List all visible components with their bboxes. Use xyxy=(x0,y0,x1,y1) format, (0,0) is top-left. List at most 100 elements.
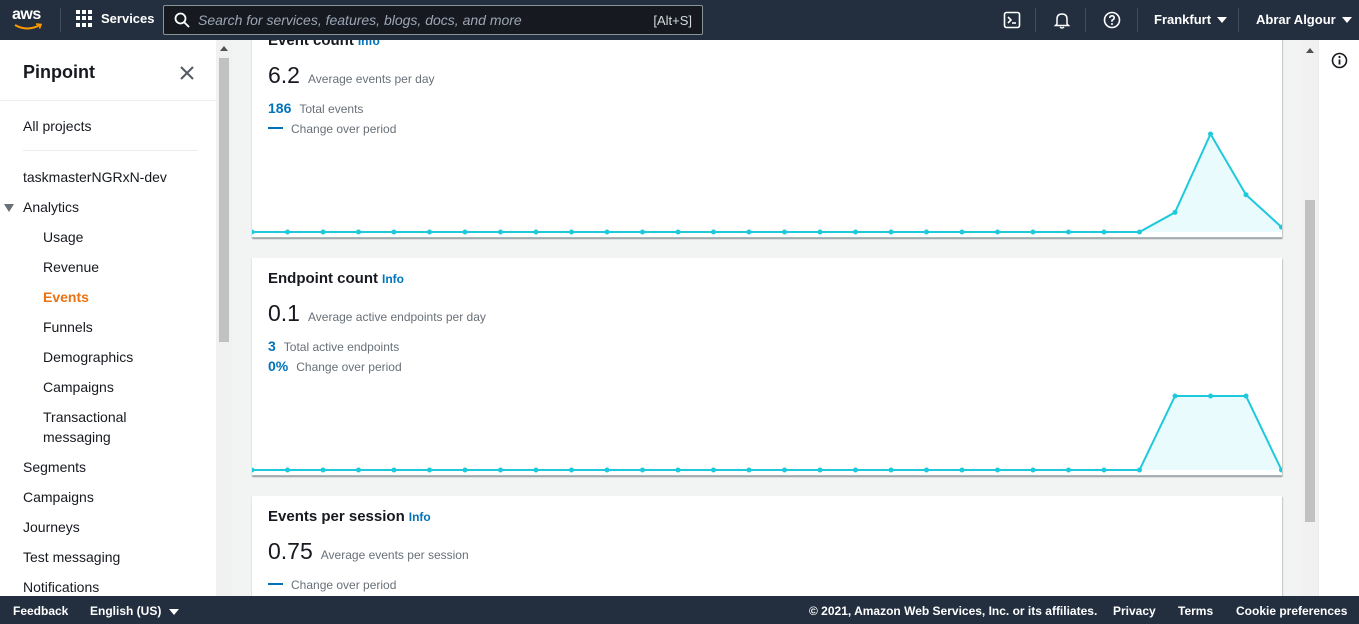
privacy-link[interactable]: Privacy xyxy=(1113,604,1156,618)
chart-point[interactable] xyxy=(782,229,787,235)
chart-point[interactable] xyxy=(817,467,823,473)
chart-point[interactable] xyxy=(427,229,432,235)
account-menu[interactable]: Abrar Algour xyxy=(1256,12,1352,27)
sidebar-item-project[interactable]: taskmasterNGRxN-dev xyxy=(23,167,167,187)
chart-point[interactable] xyxy=(462,229,468,235)
chart-point[interactable] xyxy=(959,467,965,473)
chart-point[interactable] xyxy=(1208,393,1213,399)
chart-point[interactable] xyxy=(252,229,255,235)
scroll-up-icon[interactable] xyxy=(1306,48,1314,53)
sidebar-item-all-projects[interactable]: All projects xyxy=(23,116,91,136)
chart-point[interactable] xyxy=(924,467,929,473)
chart-point[interactable] xyxy=(853,467,858,473)
chart-point[interactable] xyxy=(1101,467,1107,473)
chart-point[interactable] xyxy=(391,467,397,473)
chart-point[interactable] xyxy=(356,467,361,473)
chart-point[interactable] xyxy=(1101,229,1107,235)
chart-point[interactable] xyxy=(1137,229,1142,235)
sidebar-scrollbar[interactable] xyxy=(216,40,232,596)
chart-point[interactable] xyxy=(285,229,290,235)
chart-point[interactable] xyxy=(604,229,610,235)
sidebar-item-transactional-messaging-line2[interactable]: messaging xyxy=(43,427,111,447)
chart-point[interactable] xyxy=(640,467,645,473)
chart-point[interactable] xyxy=(1172,209,1178,215)
region-selector[interactable]: Frankfurt xyxy=(1154,12,1228,27)
services-menu-button[interactable]: Services xyxy=(76,10,155,27)
chart-point[interactable] xyxy=(462,467,468,473)
chart-point[interactable] xyxy=(320,467,326,473)
caret-down-icon[interactable] xyxy=(4,204,14,212)
sidebar-item-transactional-messaging[interactable]: Transactional xyxy=(43,407,127,427)
chart-point[interactable] xyxy=(817,229,823,235)
chart-point[interactable] xyxy=(888,467,894,473)
sidebar-item-campaigns[interactable]: Campaigns xyxy=(23,487,94,507)
sidebar-item-funnels[interactable]: Funnels xyxy=(43,317,93,337)
chart-point[interactable] xyxy=(1137,467,1142,473)
chart-point[interactable] xyxy=(1243,192,1249,198)
chart-point[interactable] xyxy=(711,467,716,473)
chart-point[interactable] xyxy=(888,229,894,235)
chart-point[interactable] xyxy=(995,229,1000,235)
chart-point[interactable] xyxy=(924,229,929,235)
chart-point[interactable] xyxy=(252,467,255,473)
info-link[interactable]: Info xyxy=(358,40,380,48)
chart-point[interactable] xyxy=(711,229,716,235)
sidebar-item-journeys[interactable]: Journeys xyxy=(23,517,80,537)
chart-point[interactable] xyxy=(782,467,787,473)
chart-point[interactable] xyxy=(604,467,610,473)
sidebar-item-segments[interactable]: Segments xyxy=(23,457,86,477)
chart-point[interactable] xyxy=(569,467,574,473)
chart-point[interactable] xyxy=(746,467,752,473)
chart-point[interactable] xyxy=(285,467,290,473)
close-icon[interactable] xyxy=(178,64,196,82)
search-input[interactable] xyxy=(190,12,654,28)
main-scrollbar[interactable] xyxy=(1302,40,1318,596)
chart-point[interactable] xyxy=(1172,393,1178,399)
help-icon[interactable] xyxy=(1102,10,1122,30)
chart-point[interactable] xyxy=(675,229,681,235)
cloudshell-icon[interactable] xyxy=(1002,10,1022,30)
chart-point[interactable] xyxy=(1208,131,1213,137)
aws-logo[interactable]: aws xyxy=(12,6,46,34)
chart-point[interactable] xyxy=(746,229,752,235)
chart-point[interactable] xyxy=(1243,393,1249,399)
bell-icon[interactable] xyxy=(1052,10,1072,30)
chart-point[interactable] xyxy=(356,229,361,235)
chart-point[interactable] xyxy=(995,467,1000,473)
chart-point[interactable] xyxy=(640,229,645,235)
chart-point[interactable] xyxy=(320,229,326,235)
chart-point[interactable] xyxy=(1030,467,1036,473)
scrollbar-thumb[interactable] xyxy=(219,58,229,342)
sidebar-item-notifications[interactable]: Notifications xyxy=(23,577,99,596)
info-link[interactable]: Info xyxy=(409,510,431,524)
sidebar-item-analytics[interactable]: Analytics xyxy=(23,197,79,217)
cookie-preferences-link[interactable]: Cookie preferences xyxy=(1236,604,1347,618)
scroll-up-icon[interactable] xyxy=(220,46,228,51)
info-icon[interactable] xyxy=(1331,52,1348,69)
sidebar-item-analytics-campaigns[interactable]: Campaigns xyxy=(43,377,114,397)
chart-point[interactable] xyxy=(1066,467,1071,473)
sidebar-item-test-messaging[interactable]: Test messaging xyxy=(23,547,120,567)
feedback-link[interactable]: Feedback xyxy=(13,604,68,618)
terms-link[interactable]: Terms xyxy=(1178,604,1213,618)
chart-point[interactable] xyxy=(391,229,397,235)
sidebar-item-demographics[interactable]: Demographics xyxy=(43,347,133,367)
scrollbar-thumb[interactable] xyxy=(1305,200,1315,522)
sidebar-item-revenue[interactable]: Revenue xyxy=(43,257,99,277)
chart-point[interactable] xyxy=(427,467,432,473)
sidebar-item-events[interactable]: Events xyxy=(43,287,89,307)
chart-point[interactable] xyxy=(1066,229,1071,235)
chart-point[interactable] xyxy=(533,467,539,473)
chart-point[interactable] xyxy=(853,229,858,235)
chart-point[interactable] xyxy=(498,467,503,473)
sidebar-item-usage[interactable]: Usage xyxy=(43,227,83,247)
chart-point[interactable] xyxy=(569,229,574,235)
search-box[interactable]: [Alt+S] xyxy=(163,5,703,35)
chart-point[interactable] xyxy=(498,229,503,235)
chart-point[interactable] xyxy=(675,467,681,473)
info-link[interactable]: Info xyxy=(382,272,404,286)
language-selector[interactable]: English (US) xyxy=(90,604,179,618)
chart-point[interactable] xyxy=(1030,229,1036,235)
chart-point[interactable] xyxy=(533,229,539,235)
chart-point[interactable] xyxy=(959,229,965,235)
